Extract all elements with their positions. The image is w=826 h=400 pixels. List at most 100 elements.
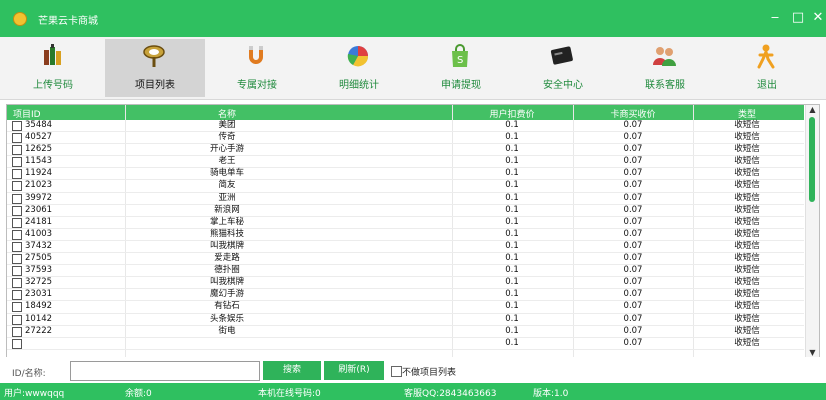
toolbar-label: 退出 [757, 80, 777, 91]
row-checkbox[interactable] [12, 290, 22, 301]
table-cell: 收短信 [734, 168, 760, 179]
toolbar-statistics[interactable]: 明细统计 [309, 39, 409, 97]
table-cell: 12625 [25, 144, 53, 155]
table-cell: 0.1 [505, 301, 519, 312]
minimize-button[interactable]: ‒ [765, 9, 785, 27]
table-cell: 41003 [25, 228, 53, 239]
table-row[interactable]: 37593 德扑圈 0.1 0.07 收短信 [7, 265, 804, 278]
table-cell: 亚洲 [218, 192, 236, 203]
hide-list-checkbox-label[interactable]: 不做项目列表 [402, 365, 456, 378]
toolbar-security[interactable]: 安全中心 [513, 39, 613, 97]
table-cell: 收短信 [734, 216, 760, 227]
table-cell: 0.1 [505, 289, 519, 300]
table-cell: 德扑圈 [214, 265, 240, 276]
table-row[interactable]: 23031 魔幻手游 0.1 0.07 收短信 [7, 289, 804, 302]
row-checkbox[interactable] [12, 241, 22, 252]
status-user: 用户:wwwqqq [4, 389, 65, 399]
table-cell: 魔幻手游 [209, 289, 244, 300]
row-checkbox[interactable] [12, 266, 22, 277]
table-row[interactable]: 11924 骑电单车 0.1 0.07 收短信 [7, 168, 804, 181]
row-checkbox[interactable] [12, 229, 22, 240]
app-logo-icon [13, 12, 27, 26]
maximize-button[interactable]: □ [788, 9, 808, 27]
table-cell: 美团 [218, 120, 236, 130]
table-cell: 开心手游 [209, 144, 244, 155]
hide-list-checkbox[interactable] [391, 366, 402, 377]
table-cell: 收短信 [734, 253, 760, 264]
table-cell: 0.07 [623, 228, 643, 239]
refresh-button[interactable]: 刷新(R) [324, 361, 384, 380]
table-cell: 叫我棋牌 [209, 277, 244, 288]
close-button[interactable]: ✕ [808, 9, 826, 27]
toolbar-withdraw[interactable]: S 申请提现 [411, 39, 511, 97]
table-row[interactable]: 40527 传奇 0.1 0.07 收短信 [7, 132, 804, 145]
scroll-up-icon[interactable]: ▲ [806, 105, 819, 114]
search-button[interactable]: 搜索 [263, 361, 321, 380]
column-header-card-price[interactable]: 卡商买收价 [573, 107, 693, 120]
toolbar-label: 专属对接 [237, 80, 277, 91]
toolbar-exit[interactable]: 退出 [717, 39, 817, 97]
table-row[interactable]: 21023 简友 0.1 0.07 收短信 [7, 180, 804, 193]
table-row[interactable]: 12625 开心手游 0.1 0.07 收短信 [7, 144, 804, 157]
row-checkbox[interactable] [12, 181, 22, 192]
table-row[interactable]: 0.1 0.07 收短信 [7, 338, 804, 350]
row-checkbox[interactable] [12, 278, 22, 289]
table-cell: 收短信 [734, 120, 760, 130]
table-row[interactable]: 27222 街电 0.1 0.07 收短信 [7, 326, 804, 338]
table-row[interactable]: 24181 掌上车秘 0.1 0.07 收短信 [7, 217, 804, 229]
table-cell: 0.1 [505, 144, 519, 155]
toolbar-label: 项目列表 [135, 80, 175, 91]
table-row[interactable]: 18492 有钻石 0.1 0.07 收短信 [7, 301, 804, 314]
search-input[interactable] [70, 361, 260, 381]
row-checkbox[interactable] [12, 338, 22, 349]
table-row[interactable]: 41003 熊猫科技 0.1 0.07 收短信 [7, 229, 804, 241]
status-service-qq: 客服QQ:2843463663 [404, 389, 497, 399]
table-row[interactable]: 37432 叫我棋牌 0.1 0.07 收短信 [7, 240, 804, 254]
column-header-user-price[interactable]: 用户扣费价 [452, 107, 572, 120]
row-checkbox[interactable] [12, 133, 22, 144]
table-row[interactable]: 35484 美团 0.1 0.07 收短信 [7, 120, 804, 133]
table-row[interactable]: 27505 爱走路 0.1 0.07 收短信 [7, 253, 804, 266]
toolbar-dedicated[interactable]: 专属对接 [207, 39, 307, 97]
row-checkbox[interactable] [12, 314, 22, 325]
table-row[interactable]: 10142 头条娱乐 0.1 0.07 收短信 [7, 314, 804, 326]
row-checkbox[interactable] [12, 121, 22, 131]
vertical-scrollbar[interactable]: ▲ ▼ [805, 105, 819, 357]
row-checkbox[interactable] [12, 254, 22, 265]
table-row[interactable]: 23061 新浪网 0.1 0.07 收短信 [7, 205, 804, 217]
table-cell: 27222 [25, 325, 53, 336]
table-header: 项目ID 名称 用户扣费价 卡商买收价 类型 [7, 105, 804, 120]
row-checkbox[interactable] [12, 145, 22, 156]
table-cell: 收短信 [734, 313, 760, 324]
table-cell: 街电 [218, 325, 236, 336]
table-cell: 收短信 [734, 277, 760, 288]
table-cell: 0.1 [505, 313, 519, 324]
table-cell: 0.1 [505, 253, 519, 264]
column-header-id[interactable]: 项目ID [13, 107, 41, 120]
toolbar-contact-support[interactable]: 联系客服 [615, 39, 715, 97]
table-cell: 0.07 [623, 144, 643, 155]
table-cell: 有钻石 [214, 301, 240, 312]
table-row[interactable]: 32725 叫我棋牌 0.1 0.07 收短信 [7, 277, 804, 290]
row-checkbox[interactable] [12, 193, 22, 204]
column-header-name[interactable]: 名称 [127, 107, 327, 120]
table-row[interactable]: 11543 老王 0.1 0.07 收短信 [7, 156, 804, 169]
row-checkbox[interactable] [12, 326, 22, 337]
column-header-type[interactable]: 类型 [697, 107, 797, 120]
toolbar-project-list[interactable]: 项目列表 [105, 39, 205, 97]
row-checkbox[interactable] [12, 302, 22, 313]
row-checkbox[interactable] [12, 157, 22, 168]
row-checkbox[interactable] [12, 169, 22, 180]
table-row[interactable]: 39972 亚洲 0.1 0.07 收短信 [7, 193, 804, 205]
table-cell: 0.07 [623, 313, 643, 324]
row-checkbox[interactable] [12, 217, 22, 228]
table-cell: 传奇 [218, 132, 236, 143]
scrollbar-thumb[interactable] [809, 117, 815, 202]
toolbar-upload-numbers[interactable]: 上传号码 [3, 39, 103, 97]
toolbar-label: 申请提现 [441, 80, 481, 91]
table-cell: 0.07 [623, 240, 643, 251]
table-cell: 收短信 [734, 144, 760, 155]
scroll-down-icon[interactable]: ▼ [806, 348, 819, 357]
table-cell: 0.07 [623, 289, 643, 300]
row-checkbox[interactable] [12, 205, 22, 216]
